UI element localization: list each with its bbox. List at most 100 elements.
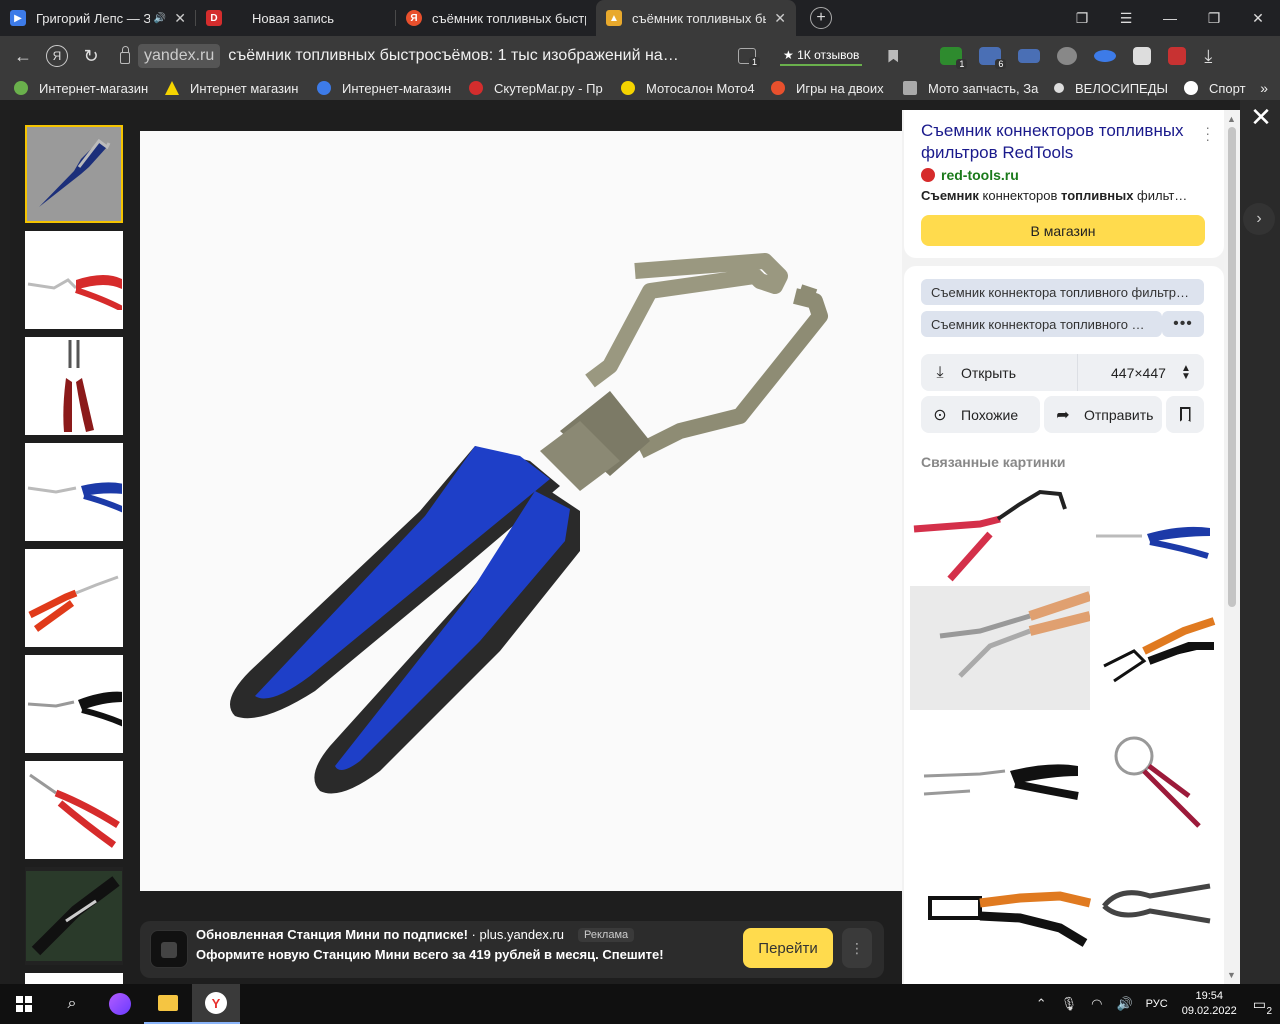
- bookmark-item[interactable]: Спорт: [1184, 81, 1254, 96]
- related-images-title: Связанные картинки: [921, 454, 1066, 470]
- site-icon: [771, 81, 785, 95]
- next-image-icon[interactable]: ›: [1243, 203, 1275, 235]
- search-button[interactable]: ⌕: [48, 984, 96, 1024]
- tab-music[interactable]: ▶ Григорий Лепс — З… 🔊 ✕: [0, 0, 196, 36]
- open-image-button[interactable]: ⤓ Открыть 447×447 ▲ ▼: [921, 354, 1204, 391]
- related-image[interactable]: [1100, 866, 1218, 946]
- ext-badge: 1: [956, 59, 968, 69]
- close-icon[interactable]: ✕: [774, 10, 786, 27]
- shop-button[interactable]: В магазин: [921, 215, 1205, 246]
- wifi-icon[interactable]: ◠: [1091, 996, 1102, 1012]
- panel-scrollbar[interactable]: ▲ ▼: [1225, 112, 1239, 982]
- scroll-down-icon[interactable]: ▼: [1227, 970, 1236, 980]
- similar-button[interactable]: ⊙ Похожие: [921, 396, 1040, 433]
- more-vertical-icon[interactable]: · · ·: [1205, 120, 1210, 146]
- related-image[interactable]: [1094, 606, 1218, 688]
- lock-icon[interactable]: [120, 46, 130, 64]
- close-viewer-icon[interactable]: ✕: [1248, 104, 1274, 130]
- dzen-icon: D: [206, 10, 222, 26]
- scroll-up-icon[interactable]: ▲: [1227, 114, 1236, 124]
- explorer-button[interactable]: [144, 984, 192, 1024]
- thumbnail-item[interactable]: [25, 549, 123, 647]
- ad-banner[interactable]: Обновленная Станция Мини по подписке! · …: [140, 921, 884, 978]
- extension-icon[interactable]: [1168, 47, 1187, 65]
- protect-icon[interactable]: 1: [738, 48, 760, 67]
- tab-yandex-search[interactable]: Я съёмник топливных быстр: [396, 0, 596, 36]
- clock[interactable]: 19:54 09.02.2022: [1182, 989, 1237, 1019]
- close-icon[interactable]: ✕: [174, 10, 186, 27]
- reload-icon[interactable]: ↻: [78, 46, 104, 67]
- start-button[interactable]: [0, 984, 48, 1024]
- tab-yandex-images[interactable]: ▲ съёмник топливных бы ✕: [596, 0, 796, 36]
- extension-icon[interactable]: [1094, 50, 1117, 62]
- thumbnail-item[interactable]: [25, 337, 123, 435]
- extension-icon[interactable]: [1133, 47, 1152, 65]
- related-image[interactable]: [1092, 506, 1212, 566]
- bookmarks-overflow-icon[interactable]: »: [1260, 80, 1268, 96]
- speaker-icon[interactable]: 🔊: [154, 13, 166, 24]
- thumbnail-item[interactable]: [25, 231, 123, 329]
- close-window-icon[interactable]: ✕: [1236, 10, 1280, 27]
- thumbnail-item[interactable]: [25, 761, 123, 859]
- scrollbar-thumb[interactable]: [1228, 127, 1236, 607]
- tag-chip[interactable]: Съемник коннектора топливного …: [921, 311, 1162, 337]
- chevron-up-icon[interactable]: ⌃: [1036, 996, 1047, 1012]
- system-tray: ⌃ 🎙 ◠ 🔊 РУС 19:54 09.02.2022 ▭ 2: [1029, 984, 1280, 1024]
- related-image[interactable]: [1099, 726, 1209, 836]
- ad-more-icon[interactable]: ⋮: [842, 928, 872, 968]
- related-image[interactable]: [910, 716, 1090, 846]
- ad-title[interactable]: Обновленная Станция Мини по подписке! · …: [196, 927, 564, 942]
- bookmark-item[interactable]: СкутерМаг.ру - Пр: [469, 81, 607, 96]
- tag-chip[interactable]: Съемник коннектора топливного фильтр…: [921, 279, 1204, 305]
- bookmark-item[interactable]: ВЕЛОСИПЕДЫ: [1054, 81, 1170, 96]
- extension-icon[interactable]: [1057, 47, 1078, 65]
- mail-icon[interactable]: [1018, 49, 1041, 63]
- site-icon: [317, 81, 331, 95]
- new-tab-button[interactable]: +: [810, 7, 832, 29]
- more-chips-button[interactable]: •••: [1162, 311, 1204, 337]
- volume-icon[interactable]: 🔊: [1116, 996, 1132, 1012]
- sort-arrows-icon[interactable]: ▲ ▼: [1181, 363, 1191, 381]
- save-collection-button[interactable]: [1166, 396, 1204, 433]
- alice-button[interactable]: [96, 984, 144, 1024]
- related-image[interactable]: [910, 484, 1070, 584]
- thumbnail-item[interactable]: [25, 867, 123, 965]
- tab-new-post[interactable]: D Новая запись: [196, 0, 396, 36]
- desc-bold: Съемник: [921, 188, 979, 203]
- cloud-icon[interactable]: 6: [979, 47, 1007, 69]
- yandex-browser-button[interactable]: Y: [192, 984, 240, 1024]
- lens-icon: ⊙: [933, 406, 947, 424]
- bookmark-item[interactable]: Интернет магазин: [165, 81, 303, 96]
- thumbnail-item[interactable]: [25, 125, 123, 223]
- site-link[interactable]: red-tools.ru: [921, 167, 1019, 183]
- bookmark-icon[interactable]: [888, 49, 899, 63]
- restore-icon[interactable]: ❐: [1192, 10, 1236, 27]
- size-selector[interactable]: 447×447: [1111, 365, 1166, 381]
- main-image[interactable]: [140, 131, 902, 891]
- related-image[interactable]: [910, 848, 1098, 966]
- bookmark-item[interactable]: Мото запчасть, За: [903, 81, 1040, 96]
- back-icon[interactable]: ←: [10, 46, 36, 67]
- bookmark-item[interactable]: Игры на двоих: [771, 81, 889, 96]
- tabs-menu-icon[interactable]: ❐: [1060, 10, 1104, 27]
- url-domain[interactable]: yandex.ru: [138, 44, 221, 68]
- product-title[interactable]: Съемник коннекторов топливных фильтров R…: [921, 120, 1201, 164]
- download-icon[interactable]: ⤓: [1204, 46, 1212, 67]
- menu-icon[interactable]: ☰: [1104, 10, 1148, 27]
- share-button[interactable]: ➦ Отправить: [1044, 396, 1162, 433]
- language-indicator[interactable]: РУС: [1146, 998, 1168, 1010]
- bookmark-item[interactable]: Интернет-магазин: [14, 81, 151, 96]
- minimize-icon[interactable]: —: [1148, 10, 1192, 26]
- bookmark-item[interactable]: Мотосалон Мото4: [621, 81, 757, 96]
- ad-go-button[interactable]: Перейти: [743, 928, 833, 968]
- notifications-icon[interactable]: ▭ 2: [1253, 996, 1272, 1017]
- related-image[interactable]: [910, 586, 1090, 710]
- thumbnail-item[interactable]: [25, 655, 123, 753]
- yandex-logo-icon[interactable]: Я: [46, 45, 68, 67]
- bookmark-item[interactable]: Интернет-магазин: [317, 81, 455, 96]
- extension-icon[interactable]: 1: [940, 47, 968, 69]
- thumbnail-item[interactable]: [25, 443, 123, 541]
- reviews-badge[interactable]: ★ 1К отзывов: [780, 46, 863, 66]
- url-title[interactable]: съёмник топливных быстросъёмов: 1 тыс из…: [228, 47, 678, 65]
- microphone-icon[interactable]: 🎙: [1061, 996, 1078, 1012]
